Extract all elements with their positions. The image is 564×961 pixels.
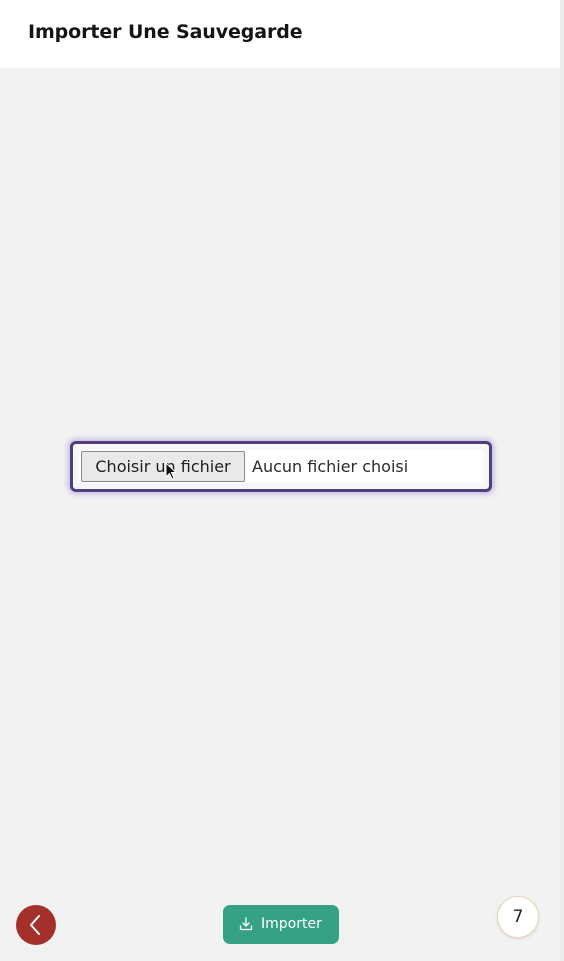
- back-button[interactable]: [16, 905, 56, 945]
- page-header: Importer Une Sauvegarde: [0, 0, 560, 68]
- chevron-left-icon: [30, 915, 40, 935]
- file-status-text: Aucun fichier choisi: [252, 457, 409, 476]
- mouse-cursor-icon: [165, 462, 177, 480]
- file-input[interactable]: Choisir un fichier Aucun fichier choisi: [70, 441, 492, 492]
- download-icon: [239, 917, 253, 931]
- counter-badge[interactable]: 7: [497, 896, 539, 938]
- choose-file-button[interactable]: Choisir un fichier: [81, 451, 245, 482]
- import-label: Importer: [261, 916, 322, 932]
- import-button[interactable]: Importer: [223, 905, 339, 944]
- scrollbar-track: [560, 0, 564, 961]
- page-title: Importer Une Sauvegarde: [28, 21, 303, 43]
- file-input-field[interactable]: Choisir un fichier Aucun fichier choisi: [79, 450, 483, 483]
